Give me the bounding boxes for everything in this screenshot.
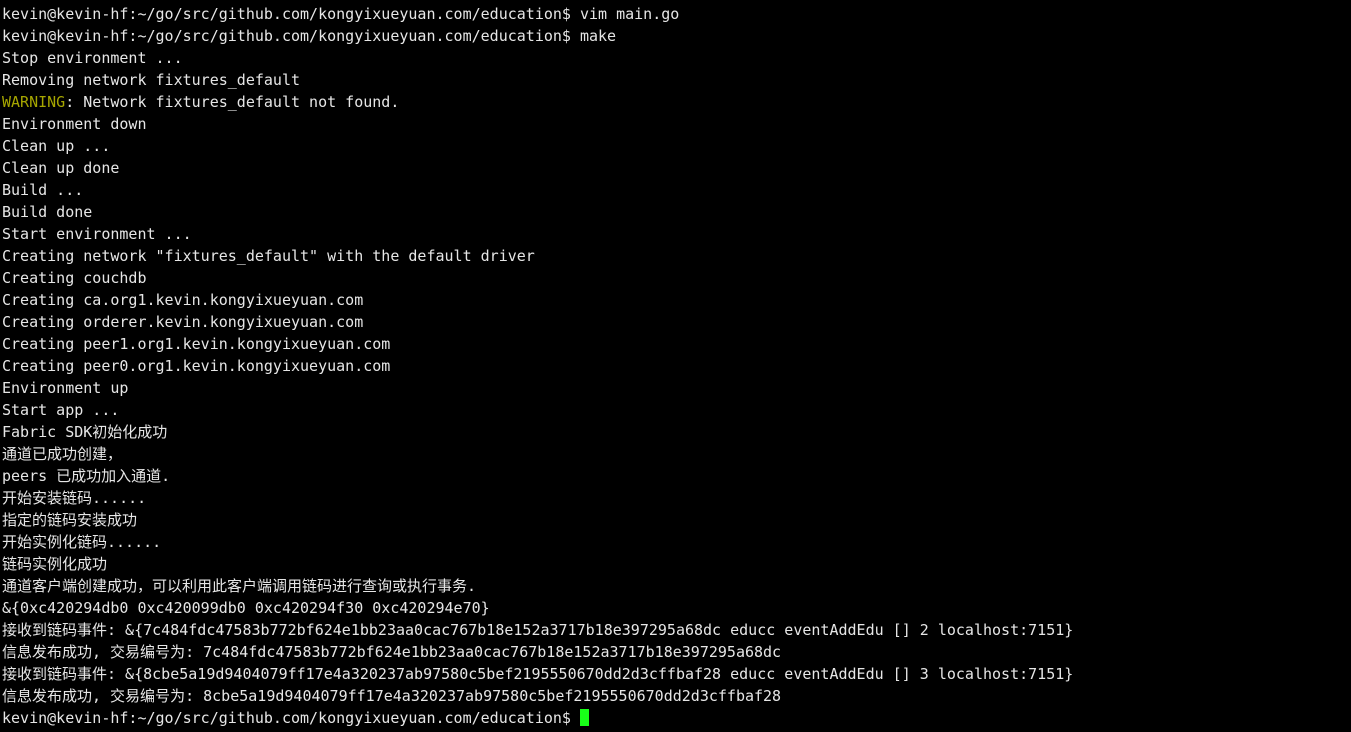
terminal-line: &{0xc420294db0 0xc420099db0 0xc420294f30… <box>2 597 1351 619</box>
terminal-output-area[interactable]: kevin@kevin-hf:~/go/src/github.com/kongy… <box>0 0 1351 732</box>
terminal-text: Clean up done <box>2 159 120 177</box>
terminal-text: 通道客户端创建成功，可以利用此客户端调用链码进行查询或执行事务. <box>2 577 477 595</box>
terminal-text: 开始安装链码...... <box>2 489 147 507</box>
terminal-text: Environment down <box>2 115 147 133</box>
terminal-line: Creating peer1.org1.kevin.kongyixueyuan.… <box>2 333 1351 355</box>
terminal-line: Clean up done <box>2 157 1351 179</box>
terminal-text: kevin@kevin-hf:~/go/src/github.com/kongy… <box>2 27 617 45</box>
terminal-line: Creating ca.org1.kevin.kongyixueyuan.com <box>2 289 1351 311</box>
terminal-text: Build ... <box>2 181 84 199</box>
terminal-text: Build done <box>2 203 93 221</box>
terminal-line: WARNING: Network fixtures_default not fo… <box>2 91 1351 113</box>
terminal-text: : Network fixtures_default not found. <box>65 93 400 111</box>
terminal-text: 接收到链码事件: &{8cbe5a19d9404079ff17e4a320237… <box>2 665 1074 683</box>
terminal-line: Creating couchdb <box>2 267 1351 289</box>
terminal-text: kevin@kevin-hf:~/go/src/github.com/kongy… <box>2 709 580 727</box>
terminal-text: Stop environment ... <box>2 49 183 67</box>
terminal-line: 信息发布成功, 交易编号为: 7c484fdc47583b772bf624e1b… <box>2 641 1351 663</box>
terminal-line: 开始安装链码...... <box>2 487 1351 509</box>
terminal-line: 指定的链码安装成功 <box>2 509 1351 531</box>
terminal-text: Removing network fixtures_default <box>2 71 301 89</box>
terminal-line: 接收到链码事件: &{8cbe5a19d9404079ff17e4a320237… <box>2 663 1351 685</box>
terminal-text: 指定的链码安装成功 <box>2 511 138 529</box>
terminal-line: kevin@kevin-hf:~/go/src/github.com/kongy… <box>2 707 1351 729</box>
terminal-text: Creating orderer.kevin.kongyixueyuan.com <box>2 313 364 331</box>
terminal-line: 通道已成功创建， <box>2 443 1351 465</box>
terminal-text: Start environment ... <box>2 225 192 243</box>
terminal-line: kevin@kevin-hf:~/go/src/github.com/kongy… <box>2 25 1351 47</box>
terminal-line: Environment down <box>2 113 1351 135</box>
terminal-text: &{0xc420294db0 0xc420099db0 0xc420294f30… <box>2 599 490 617</box>
terminal-text: 链码实例化成功 <box>2 555 108 573</box>
terminal-line: Clean up ... <box>2 135 1351 157</box>
terminal-line: Start environment ... <box>2 223 1351 245</box>
terminal-line: Build ... <box>2 179 1351 201</box>
terminal-line: Removing network fixtures_default <box>2 69 1351 91</box>
terminal-text: Creating couchdb <box>2 269 147 287</box>
terminal-line: Creating peer0.org1.kevin.kongyixueyuan.… <box>2 355 1351 377</box>
terminal-line: 链码实例化成功 <box>2 553 1351 575</box>
terminal-line: Creating network "fixtures_default" with… <box>2 245 1351 267</box>
terminal-line: Fabric SDK初始化成功 <box>2 421 1351 443</box>
terminal-text: Clean up ... <box>2 137 111 155</box>
terminal-text: Fabric SDK初始化成功 <box>2 423 168 441</box>
terminal-line: Environment up <box>2 377 1351 399</box>
terminal-line: Stop environment ... <box>2 47 1351 69</box>
terminal-line: 接收到链码事件: &{7c484fdc47583b772bf624e1bb23a… <box>2 619 1351 641</box>
terminal-text: Creating ca.org1.kevin.kongyixueyuan.com <box>2 291 364 309</box>
terminal-text: Creating peer1.org1.kevin.kongyixueyuan.… <box>2 335 391 353</box>
terminal-line: kevin@kevin-hf:~/go/src/github.com/kongy… <box>2 3 1351 25</box>
terminal-text: 开始实例化链码...... <box>2 533 162 551</box>
terminal-text: 信息发布成功, 交易编号为: 8cbe5a19d9404079ff17e4a32… <box>2 687 782 705</box>
terminal-text: 通道已成功创建， <box>2 445 123 463</box>
terminal-line: 开始实例化链码...... <box>2 531 1351 553</box>
terminal-line: Build done <box>2 201 1351 223</box>
terminal-text: Start app ... <box>2 401 120 419</box>
terminal-text: Creating network "fixtures_default" with… <box>2 247 535 265</box>
terminal-text: Environment up <box>2 379 129 397</box>
terminal-text: kevin@kevin-hf:~/go/src/github.com/kongy… <box>2 5 680 23</box>
text-cursor <box>579 709 589 726</box>
terminal-line: 通道客户端创建成功，可以利用此客户端调用链码进行查询或执行事务. <box>2 575 1351 597</box>
terminal-line: 信息发布成功, 交易编号为: 8cbe5a19d9404079ff17e4a32… <box>2 685 1351 707</box>
terminal-text: 信息发布成功, 交易编号为: 7c484fdc47583b772bf624e1b… <box>2 643 782 661</box>
terminal-line: Start app ... <box>2 399 1351 421</box>
terminal-text: Creating peer0.org1.kevin.kongyixueyuan.… <box>2 357 391 375</box>
terminal-line: peers 已成功加入通道. <box>2 465 1351 487</box>
warning-label: WARNING <box>2 93 66 111</box>
terminal-text: 接收到链码事件: &{7c484fdc47583b772bf624e1bb23a… <box>2 621 1074 639</box>
terminal-text: peers 已成功加入通道. <box>2 467 171 485</box>
terminal-line: Creating orderer.kevin.kongyixueyuan.com <box>2 311 1351 333</box>
